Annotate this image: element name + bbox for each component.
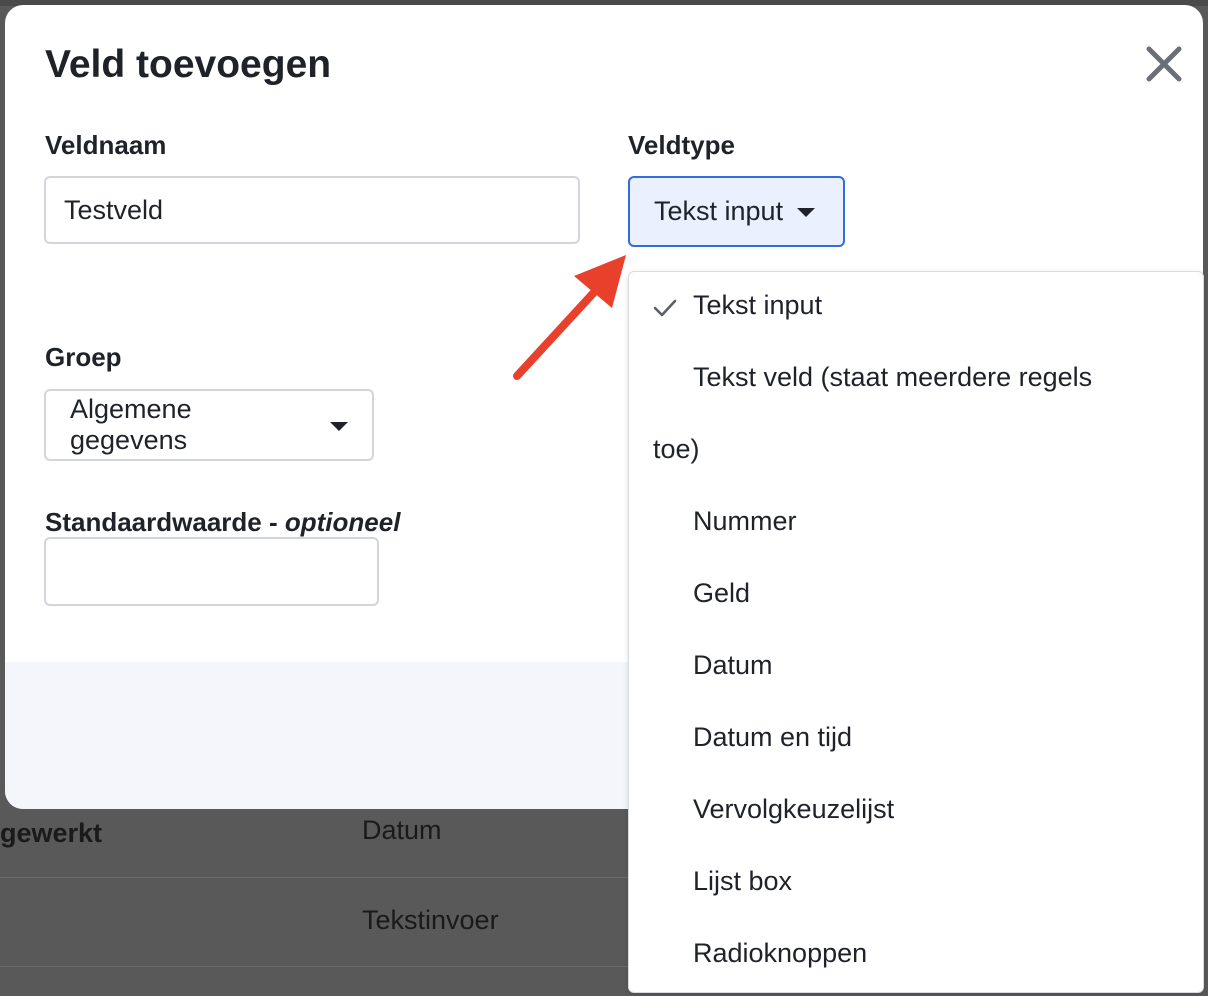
dropdown-option-label: Tekst veld (staat meerdere regels <box>693 362 1093 392</box>
background-row-type: Datum <box>362 815 442 845</box>
background-divider <box>0 966 628 967</box>
dropdown-option-label: Datum en tijd <box>693 722 853 752</box>
field-type-dropdown: Tekst input Tekst veld (staat meerdere r… <box>628 271 1204 993</box>
dropdown-option-tekst-input[interactable]: Tekst input <box>629 272 1203 344</box>
dropdown-option-label: Geld <box>693 578 751 608</box>
dropdown-option-label: Datum <box>693 650 773 680</box>
dropdown-option-nummer[interactable]: Nummer <box>629 488 1203 560</box>
field-name-value: Testveld <box>64 194 164 225</box>
group-label: Groep <box>45 342 122 372</box>
group-select[interactable]: Algemene gegevens <box>44 389 374 461</box>
caret-down-icon <box>797 208 816 217</box>
field-name-input[interactable]: Testveld <box>44 176 580 244</box>
dropdown-option-label: Vervolgkeuzelijst <box>693 794 895 824</box>
field-type-select[interactable]: Tekst input <box>628 176 845 247</box>
field-type-selected: Tekst input <box>654 196 784 226</box>
field-name-label: Veldnaam <box>45 130 167 160</box>
modal-title: Veld toevoegen <box>45 43 332 86</box>
dropdown-option-datum-en-tijd[interactable]: Datum en tijd <box>629 704 1203 776</box>
background-row-label: gewerkt <box>0 818 103 848</box>
dropdown-option-lijst-box[interactable]: Lijst box <box>629 848 1203 920</box>
default-value-label-text: Standaardwaarde - <box>45 507 285 537</box>
close-button[interactable] <box>1143 43 1185 85</box>
check-icon <box>653 299 677 317</box>
dropdown-option-label: Tekst input <box>693 290 823 320</box>
dropdown-option-label: Nummer <box>693 506 797 536</box>
dropdown-option-label: Lijst box <box>693 866 793 896</box>
dropdown-option-geld[interactable]: Geld <box>629 560 1203 632</box>
dropdown-option-label: Radioknoppen <box>693 938 868 968</box>
default-value-input[interactable] <box>44 537 379 606</box>
background-row-type: Tekstinvoer <box>362 905 499 935</box>
default-value-optional: optioneel <box>284 507 401 537</box>
dropdown-option-label-continued: toe) <box>653 434 700 464</box>
dropdown-option-radioknoppen[interactable]: Radioknoppen <box>629 920 1203 992</box>
background-divider <box>0 877 628 878</box>
default-value-label: Standaardwaarde - optioneel <box>45 507 400 538</box>
dropdown-option-datum[interactable]: Datum <box>629 632 1203 704</box>
caret-down-icon <box>330 421 348 431</box>
group-selected: Algemene gegevens <box>70 394 192 455</box>
dropdown-option-tekst-veld[interactable]: Tekst veld (staat meerdere regels toe) <box>629 344 1203 488</box>
close-icon <box>1146 46 1182 82</box>
dropdown-option-vervolgkeuzelijst[interactable]: Vervolgkeuzelijst <box>629 776 1203 848</box>
field-type-label: Veldtype <box>628 130 735 160</box>
